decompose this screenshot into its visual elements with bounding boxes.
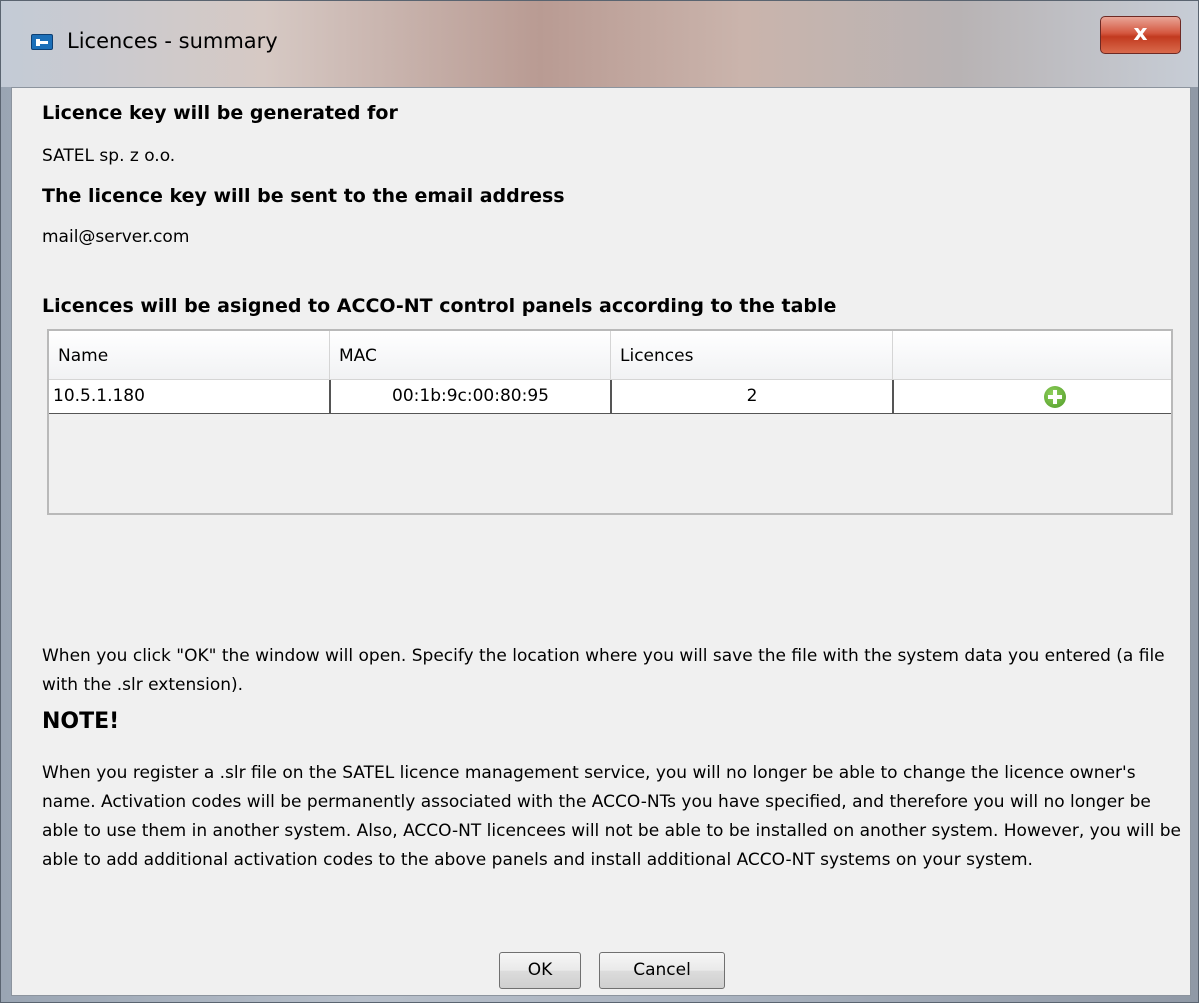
ok-button[interactable]: OK [499, 952, 581, 989]
owner-name: SATEL sp. z o.o. [42, 146, 176, 166]
app-icon [31, 34, 53, 50]
close-button[interactable]: x [1100, 16, 1181, 54]
licences-summary-window: Licences - summary x Licence key will be… [0, 0, 1199, 1003]
table-header: Name MAC Licences [49, 331, 1171, 380]
title-bar[interactable]: Licences - summary x [1, 1, 1198, 87]
licences-table: Name MAC Licences 10.5.1.180 00:1b:9c:00… [47, 329, 1173, 515]
column-header-name[interactable]: Name [49, 331, 330, 380]
email-address: mail@server.com [42, 227, 190, 247]
column-header-licences[interactable]: Licences [611, 331, 893, 380]
cell-licences[interactable]: 2 [611, 380, 893, 414]
cell-mac[interactable]: 00:1b:9c:00:80:95 [330, 380, 611, 414]
cancel-button[interactable]: Cancel [599, 952, 725, 989]
dialog-content: Licence key will be generated for SATEL … [11, 87, 1191, 996]
cell-name[interactable]: 10.5.1.180 [49, 380, 330, 414]
cell-action[interactable] [893, 380, 1173, 414]
table-label: Licences will be asigned to ACCO-NT cont… [42, 295, 837, 317]
column-header-actions [893, 331, 1173, 380]
note-text: When you register a .slr file on the SAT… [42, 763, 1181, 870]
note-title: NOTE! [42, 709, 120, 734]
add-icon[interactable] [1044, 386, 1066, 408]
info-text: When you click "OK" the window will open… [42, 646, 1165, 695]
generated-for-label: Licence key will be generated for [42, 102, 398, 124]
column-header-mac[interactable]: MAC [330, 331, 611, 380]
window-title: Licences - summary [67, 29, 278, 53]
table-row[interactable]: 10.5.1.180 00:1b:9c:00:80:95 2 [49, 380, 1171, 414]
email-label: The licence key will be sent to the emai… [42, 185, 565, 207]
